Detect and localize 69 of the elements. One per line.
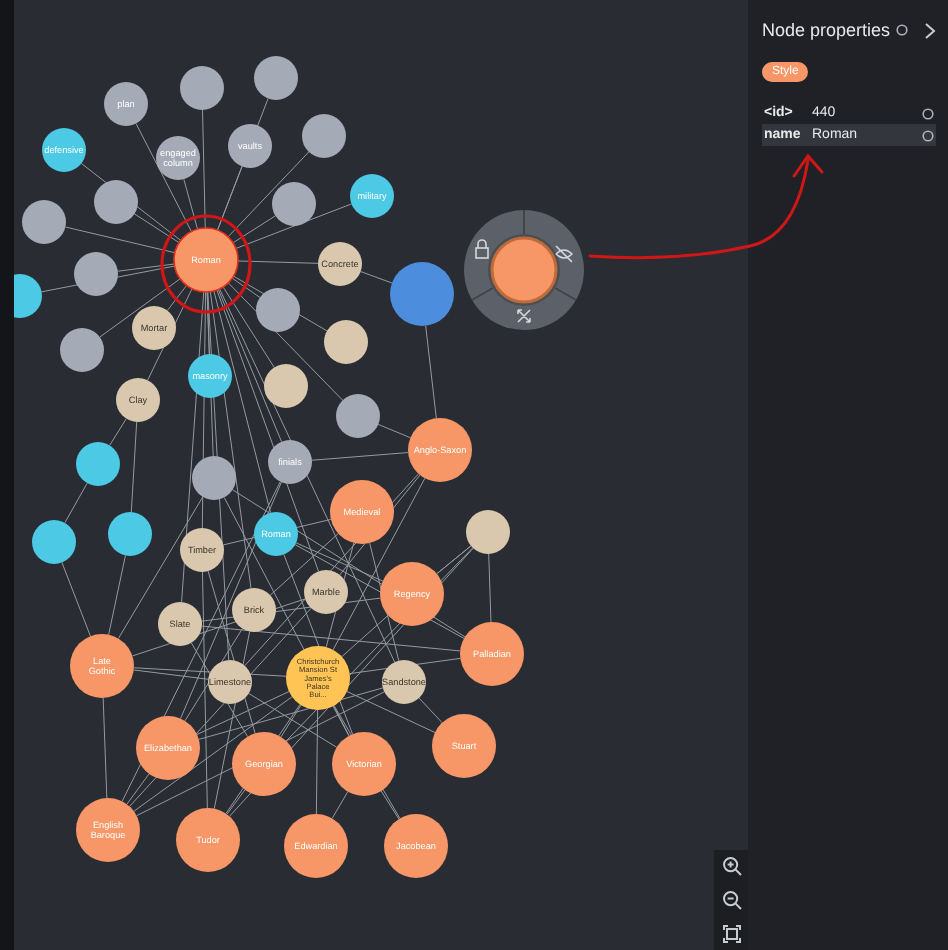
graph-node[interactable] (254, 56, 298, 100)
graph-node[interactable] (180, 528, 224, 572)
graph-node[interactable] (408, 418, 472, 482)
graph-node[interactable] (336, 394, 380, 438)
eye-slash-icon[interactable] (555, 245, 573, 263)
graph-node[interactable] (432, 714, 496, 778)
graph-node[interactable] (70, 634, 134, 698)
graph-node[interactable] (116, 378, 160, 422)
graph-node[interactable] (324, 320, 368, 364)
graph-node[interactable] (74, 252, 118, 296)
graph-node[interactable] (302, 114, 346, 158)
graph-node[interactable] (94, 180, 138, 224)
graph-node[interactable] (254, 512, 298, 556)
graph-node[interactable] (228, 124, 272, 168)
graph-node[interactable] (232, 732, 296, 796)
graph-node[interactable] (382, 660, 426, 704)
graph-node[interactable] (272, 182, 316, 226)
graph-node[interactable] (180, 66, 224, 110)
edge-line (61, 562, 91, 637)
graph-node[interactable] (380, 562, 444, 626)
edge-line (237, 260, 319, 264)
graph-node[interactable] (460, 622, 524, 686)
graph-node[interactable] (176, 808, 240, 872)
graph-node[interactable] (42, 128, 86, 172)
edge-line (64, 482, 88, 524)
fit-screen-icon[interactable] (721, 923, 741, 944)
graph-node[interactable] (76, 798, 140, 862)
edge-line (202, 109, 206, 229)
graph-node[interactable] (104, 82, 148, 126)
edge-line (425, 325, 437, 419)
edge-line (109, 418, 127, 446)
lock-icon[interactable] (475, 239, 489, 259)
graph-node[interactable] (76, 442, 120, 486)
expand-icon[interactable] (517, 309, 531, 323)
graph-node[interactable] (350, 174, 394, 218)
graph-node[interactable] (256, 288, 300, 332)
edge-line (102, 697, 108, 799)
panel-title: Node properties (762, 20, 891, 40)
zoom-out-icon[interactable] (721, 889, 741, 910)
graph-node[interactable] (268, 440, 312, 484)
graph-node[interactable] (108, 512, 152, 556)
chevron-right-icon[interactable] (924, 21, 936, 39)
graph-node[interactable] (286, 646, 350, 710)
edge-line (488, 553, 492, 623)
graph-node[interactable] (490, 236, 558, 304)
graph-node[interactable] (284, 814, 348, 878)
graph-node[interactable] (332, 732, 396, 796)
graph-node[interactable] (384, 814, 448, 878)
graph-node[interactable] (132, 306, 176, 350)
graph-node[interactable] (32, 520, 76, 564)
graph-node[interactable] (192, 456, 236, 500)
graph-node[interactable] (173, 227, 239, 293)
zoom-in-icon[interactable] (721, 856, 741, 877)
edge-line (360, 271, 393, 284)
graph-node[interactable] (188, 354, 232, 398)
graph-node[interactable] (390, 262, 454, 326)
graph-node[interactable] (156, 136, 200, 180)
graph-node[interactable] (158, 602, 202, 646)
graph-node[interactable] (304, 570, 348, 614)
graph-node[interactable] (466, 510, 510, 554)
graph-node[interactable] (14, 274, 42, 318)
graph-node[interactable] (60, 328, 104, 372)
graph-node[interactable] (208, 660, 252, 704)
graph-node[interactable] (22, 200, 66, 244)
graph-node[interactable] (136, 716, 200, 780)
graph-node[interactable] (330, 480, 394, 544)
graph-node[interactable] (318, 242, 362, 286)
graph-node[interactable] (264, 364, 308, 408)
graph-node[interactable] (232, 588, 276, 632)
